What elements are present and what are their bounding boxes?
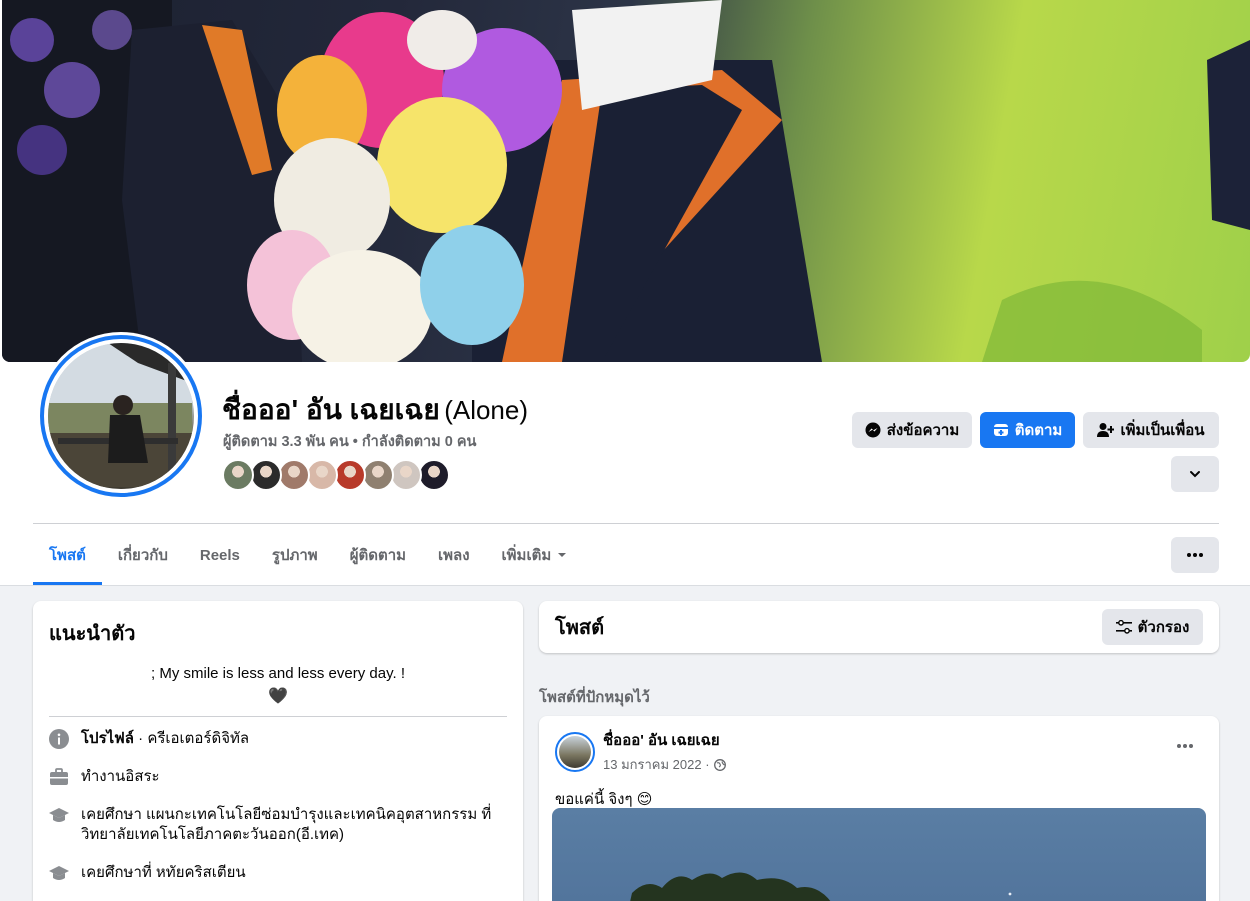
post-header: ชื่อออ' อัน เฉยเฉย 13 มกราคม 2022 · [555, 728, 1203, 775]
add-friend-button-label: เพิ่มเป็นเพื่อน [1120, 422, 1205, 439]
posts-title: โพสต์ [555, 617, 605, 639]
intro-education-row: เคยศึกษา แผนกะเทคโนโลยีซ่อมบำรุงและเทคนิ… [49, 805, 507, 845]
message-button[interactable]: ส่งข้อความ [852, 412, 972, 448]
bio-emoji: 🖤 [268, 688, 288, 705]
more-icon [1177, 744, 1193, 748]
filter-button-label: ตัวกรอง [1137, 619, 1190, 636]
globe-icon [713, 758, 726, 771]
intro-title: แนะนำตัว [49, 623, 136, 645]
intro-education-text: เคยศึกษา แผนกะเทคโนโลยีซ่อมบำรุงและเทคนิ… [81, 806, 492, 843]
friend-avatar[interactable] [418, 459, 450, 491]
briefcase-icon [50, 768, 68, 785]
tab-posts[interactable]: โพสต์ [33, 525, 102, 585]
post-card: ชื่อออ' อัน เฉยเฉย 13 มกราคม 2022 · ขอแค… [539, 716, 1219, 901]
tab-followers[interactable]: ผู้ติดตาม [334, 525, 422, 585]
profile-name-main: ชื่อออ' อัน เฉยเฉย [222, 394, 440, 425]
intro-work-text: ทำงานอิสระ [81, 768, 160, 785]
posts-header-card: โพสต์ ตัวกรอง [539, 601, 1219, 653]
follow-icon [993, 424, 1008, 436]
post-meta: 13 มกราคม 2022 · [603, 754, 726, 775]
tab-more[interactable]: เพิ่มเติม [486, 525, 584, 585]
intro-card: แนะนำตัว ; My smile is less and less eve… [33, 601, 523, 901]
friend-avatar[interactable] [278, 459, 310, 491]
profile-photo [48, 343, 194, 489]
profile-header: ชื่อออ' อัน เฉยเฉย (Alone) ผู้ติดตาม 3.3… [0, 0, 1250, 586]
friend-avatars [222, 459, 450, 491]
chevron-down-icon [1190, 471, 1200, 478]
tab-photos[interactable]: รูปภาพ [256, 525, 334, 585]
post-avatar[interactable] [555, 731, 595, 772]
messenger-icon [865, 422, 881, 438]
friend-avatar[interactable] [334, 459, 366, 491]
tab-music[interactable]: เพลง [422, 525, 486, 585]
tab-reels[interactable]: Reels [184, 525, 256, 585]
profile-tabs: โพสต์ เกี่ยวกับ Reels รูปภาพ ผู้ติดตาม เ… [33, 525, 583, 585]
tab-about-label: เกี่ยวกับ [117, 547, 168, 564]
more-icon [1187, 553, 1203, 557]
intro-profile-row: โปรไฟล์ · ครีเอเตอร์ดิจิทัล [49, 729, 507, 749]
add-friend-icon [1097, 423, 1115, 437]
filter-icon [1115, 620, 1132, 634]
friend-avatar[interactable] [390, 459, 422, 491]
post-author[interactable]: ชื่อออ' อัน เฉยเฉย [603, 728, 726, 752]
message-button-label: ส่งข้อความ [886, 422, 960, 439]
tab-music-label: เพลง [438, 547, 470, 564]
pinned-posts-label: โพสต์ที่ปักหมุดไว้ [539, 689, 650, 706]
add-friend-button[interactable]: เพิ่มเป็นเพื่อน [1083, 412, 1219, 448]
follow-button-label: ติดตาม [1014, 422, 1063, 439]
intro-school-text: เคยศึกษาที่ หทัยคริสเตียน [81, 864, 246, 881]
friend-avatar[interactable] [222, 459, 254, 491]
bio-text: ; My smile is less and less every day. ! [151, 665, 405, 682]
friend-avatar[interactable] [306, 459, 338, 491]
intro-school-row: เคยศึกษาที่ หทัยคริสเตียน [49, 863, 507, 883]
tab-more-label: เพิ่มเติม [501, 547, 552, 564]
friend-avatar[interactable] [250, 459, 282, 491]
tab-followers-label: ผู้ติดตาม [349, 547, 407, 564]
intro-profile-label: โปรไฟล์ [81, 730, 134, 747]
intro-work-row: ทำงานอิสระ [49, 767, 507, 787]
header-divider [33, 523, 1219, 524]
tab-about[interactable]: เกี่ยวกับ [102, 525, 184, 585]
graduation-cap-icon [49, 866, 69, 880]
graduation-cap-icon [49, 808, 69, 822]
filter-button[interactable]: ตัวกรอง [1102, 609, 1203, 645]
intro-divider [49, 716, 507, 717]
post-date[interactable]: 13 มกราคม 2022 · [603, 754, 710, 775]
profile-options-button[interactable] [1171, 537, 1219, 573]
follow-button[interactable]: ติดตาม [980, 412, 1075, 448]
profile-name: ชื่อออ' อัน เฉยเฉย (Alone) [222, 388, 528, 432]
profile-name-alt: (Alone) [444, 395, 529, 425]
tab-photos-label: รูปภาพ [271, 547, 318, 564]
info-icon [49, 729, 69, 749]
caret-down-icon [558, 553, 567, 557]
tab-reels-label: Reels [199, 546, 240, 564]
tab-posts-label: โพสต์ [49, 547, 86, 564]
intro-profile-type: · ครีเอเตอร์ดิจิทัล [134, 730, 250, 747]
friend-avatar[interactable] [362, 459, 394, 491]
post-image[interactable] [552, 808, 1206, 901]
follower-stats[interactable]: ผู้ติดตาม 3.3 พัน คน • กำลังติดตาม 0 คน [223, 430, 476, 453]
cover-illustration [2, 0, 1250, 362]
profile-avatar[interactable] [37, 332, 205, 500]
post-options-button[interactable] [1167, 732, 1203, 760]
more-actions-button[interactable] [1171, 456, 1219, 492]
cover-photo[interactable] [2, 0, 1250, 362]
